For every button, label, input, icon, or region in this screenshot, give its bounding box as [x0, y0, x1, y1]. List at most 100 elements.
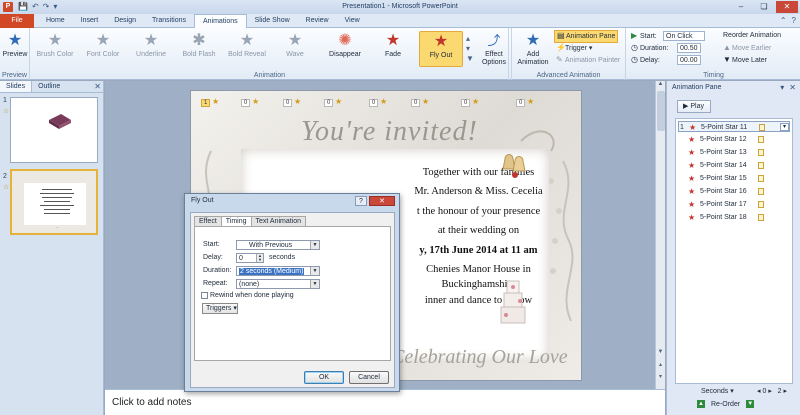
repeat-select[interactable]: (none) ▼ [236, 279, 320, 289]
gallery-scroll[interactable]: ▴ ▾ ▼ [466, 34, 474, 64]
duration-select[interactable]: 2 seconds (Medium) ▼ [236, 266, 320, 276]
invited-heading: You're invited! [301, 116, 478, 147]
tab-review[interactable]: Review [298, 14, 337, 28]
slide-text-line[interactable]: inner and dance to follow [371, 295, 581, 306]
add-animation-button[interactable]: ★ Add Animation [514, 31, 552, 67]
pane-dropdown-icon[interactable]: ▾ [780, 83, 784, 92]
start-select[interactable]: On Click [663, 31, 705, 41]
fly-out-dialog: Fly Out ? ✕ Effect Timing Text Animation… [184, 193, 400, 392]
effect-fly-out[interactable]: ★ Fly Out [419, 31, 463, 67]
tab-slides[interactable]: Slides [0, 81, 33, 92]
animation-group: ★ Brush Color ★ Font Color ★ Underline ✱… [31, 28, 509, 80]
svg-text:~: ~ [56, 226, 59, 231]
scrollbar-thumb[interactable] [657, 91, 665, 131]
help-icon[interactable]: ? [792, 16, 796, 25]
effect-options-button[interactable]: ⤴ Effect Options [476, 31, 512, 67]
help-icon[interactable]: ? [355, 196, 367, 206]
effect-disappear[interactable]: ✺ Disappear [323, 31, 367, 67]
delay-input[interactable]: 00.00 [677, 55, 701, 65]
animation-list-item[interactable]: ★ 5-Point Star 16 [678, 186, 790, 197]
notes-placeholder: Click to add notes [112, 397, 192, 408]
effect-fade[interactable]: ★ Fade [371, 31, 415, 67]
fly-out-star-icon: ★ [433, 33, 449, 50]
font-color-star-icon: ★ [95, 32, 111, 49]
scroll-up-icon[interactable]: ▲ [656, 81, 665, 87]
close-icon[interactable]: ✕ [776, 1, 798, 13]
tab-outline[interactable]: Outline [32, 81, 66, 92]
reorder-down-icon[interactable]: ▼ [746, 400, 755, 408]
ribbon-tab-bar: File Home Insert Design Transitions Anim… [0, 14, 800, 28]
animation-painter-button[interactable]: ✎ Animation Painter [556, 55, 620, 66]
slide-text-line[interactable]: Buckinghamshire [371, 279, 581, 290]
underline-icon: ★ [143, 32, 159, 49]
item-dropdown-icon[interactable]: ▾ [780, 123, 789, 131]
next-slide-icon[interactable]: ▾ [656, 373, 665, 380]
slide-thumbnail-2[interactable]: ~ [10, 169, 98, 235]
tab-design[interactable]: Design [106, 14, 144, 28]
tab-insert[interactable]: Insert [73, 14, 107, 28]
close-pane-icon[interactable]: ✕ [94, 81, 101, 93]
fly-out-star-icon: ★ [688, 213, 696, 222]
effect-brush-color[interactable]: ★ Brush Color [33, 31, 77, 67]
animation-list-item[interactable]: 1 ★ 5-Point Star 11 ▾ [678, 121, 790, 132]
animation-list-item[interactable]: ★ 5-Point Star 13 [678, 147, 790, 158]
spinner-icon[interactable]: ▲ ▼ [256, 254, 263, 262]
preview-button[interactable]: ★ Preview [0, 31, 30, 67]
effect-bold-reveal[interactable]: ★ Bold Reveal [225, 31, 269, 67]
delay-input[interactable]: 0 ▲ ▼ [236, 253, 264, 263]
duration-input[interactable]: 00.50 [677, 43, 701, 53]
tab-animations[interactable]: Animations [193, 14, 247, 28]
animation-list-item[interactable]: ★ 5-Point Star 12 [678, 134, 790, 145]
animation-list-item[interactable]: ★ 5-Point Star 14 [678, 160, 790, 171]
minimize-icon[interactable]: – [730, 1, 752, 13]
scroll-down-icon[interactable]: ▼ [656, 349, 665, 355]
chevron-down-icon[interactable]: ▼ [310, 280, 319, 288]
slide-text-line[interactable]: y, 17th June 2014 at 11 am [371, 245, 581, 256]
seconds-dropdown[interactable]: Seconds ▾ [701, 387, 734, 395]
slide-text-line[interactable]: at their wedding on [371, 225, 581, 236]
animation-list-item[interactable]: ★ 5-Point Star 15 [678, 173, 790, 184]
checkbox-box[interactable] [201, 291, 208, 299]
minimize-ribbon-icon[interactable]: ⌃ [780, 16, 787, 25]
animation-list-item[interactable]: ★ 5-Point Star 17 [678, 199, 790, 210]
restore-icon[interactable]: ❏ [753, 1, 775, 13]
effect-wave[interactable]: ★ Wave [273, 31, 317, 67]
tab-transitions[interactable]: Transitions [144, 14, 194, 28]
play-button[interactable]: ▶ Play [677, 100, 711, 113]
move-later-button[interactable]: ▼Move Later [723, 55, 767, 66]
slide-text-line[interactable]: Mr. Anderson & Miss. Cecelia [371, 186, 581, 197]
chevron-down-icon[interactable]: ▼ [310, 267, 319, 275]
previous-slide-icon[interactable]: ▴ [656, 361, 665, 368]
tab-home[interactable]: Home [38, 14, 73, 28]
animation-list-item[interactable]: ★ 5-Point Star 18 [678, 212, 790, 223]
move-earlier-button[interactable]: ▲Move Earlier [723, 43, 771, 54]
up-arrow-icon: ▲ [723, 43, 731, 52]
tab-file[interactable]: File [0, 14, 34, 28]
start-label: Start: [203, 241, 220, 248]
effect-font-color[interactable]: ★ Font Color [81, 31, 125, 67]
vertical-scrollbar[interactable]: ▲ ▼ ▴ ▾ [655, 81, 665, 389]
triggers-button[interactable]: Triggers ▾ [202, 303, 238, 314]
close-icon[interactable]: ✕ [369, 196, 395, 206]
chevron-down-icon[interactable]: ▼ [310, 241, 319, 249]
reorder-controls: ▲ Re-Order ▼ [697, 400, 755, 408]
effect-bold-flash[interactable]: ✱ Bold Flash [177, 31, 221, 67]
tab-view[interactable]: View [337, 14, 368, 28]
notes-pane[interactable]: Click to add notes [105, 389, 665, 415]
slide-text-line[interactable]: Chenies Manor House in [371, 264, 581, 275]
trigger-button[interactable]: ⚡Trigger ▾ [556, 43, 592, 54]
fly-out-star-icon: ★ [688, 200, 696, 209]
rewind-checkbox[interactable]: Rewind when done playing [201, 291, 294, 300]
timing-bar [758, 214, 764, 221]
tab-slide-show[interactable]: Slide Show [247, 14, 298, 28]
ok-button[interactable]: OK [304, 371, 344, 384]
pane-close-icon[interactable]: ✕ [789, 83, 796, 92]
slide-text-line[interactable]: t the honour of your presence [371, 206, 581, 217]
slide-thumbnail-1[interactable] [10, 97, 98, 163]
start-select[interactable]: With Previous ▼ [236, 240, 320, 250]
cancel-button[interactable]: Cancel [349, 371, 389, 384]
slide-text-line[interactable]: Together with our families [371, 167, 581, 178]
reorder-up-icon[interactable]: ▲ [697, 400, 705, 408]
effect-underline[interactable]: ★ Underline [129, 31, 173, 67]
animation-pane-button[interactable]: ▤Animation Pane [554, 30, 619, 43]
